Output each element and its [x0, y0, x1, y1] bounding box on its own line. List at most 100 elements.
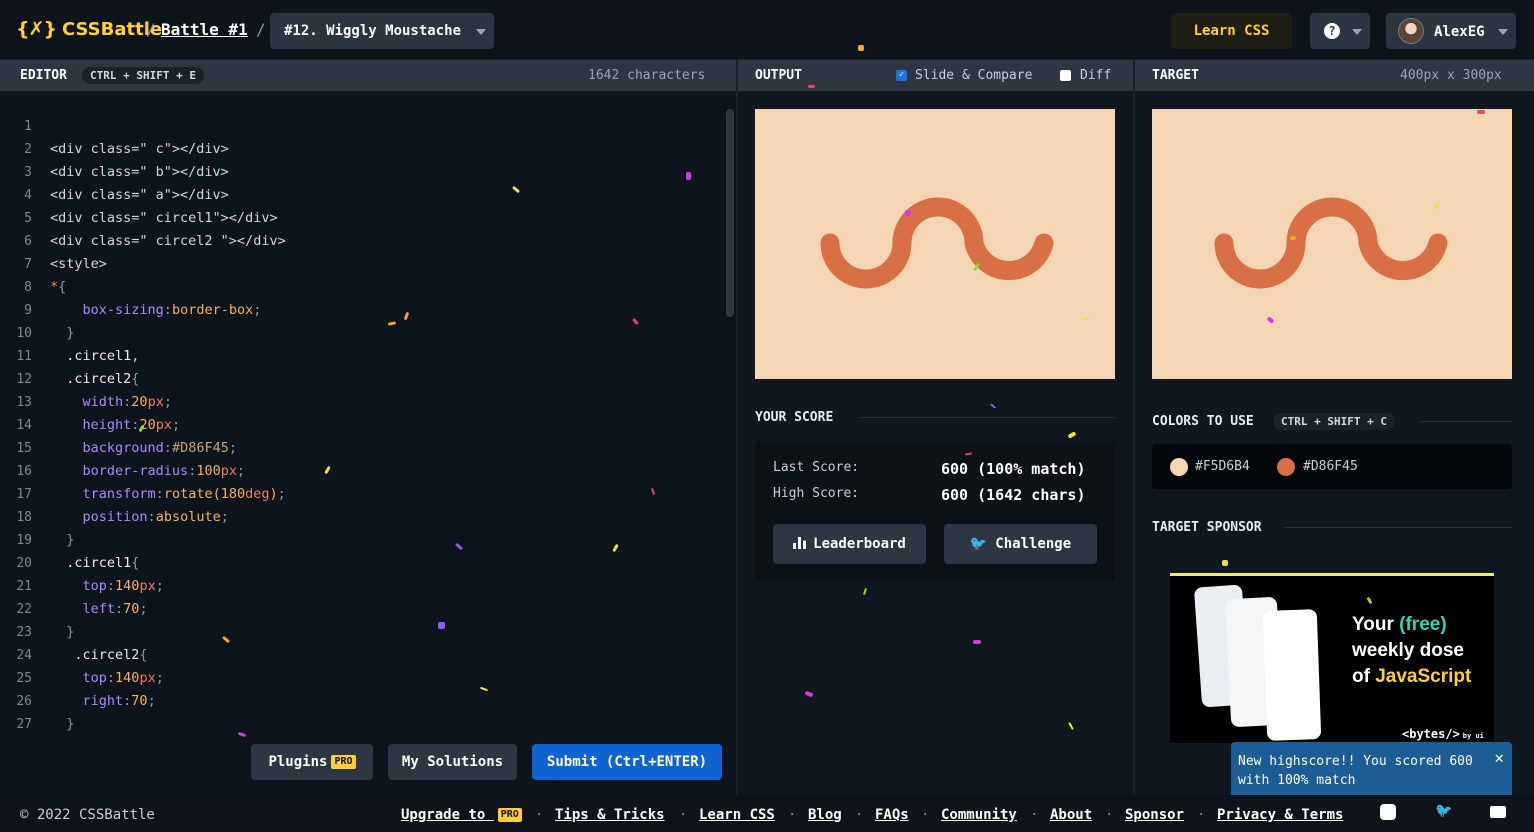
section-divider [860, 417, 1115, 418]
footer-link-blog[interactable]: Blog [808, 807, 842, 823]
your-score-title: YOUR SCORE [755, 410, 834, 425]
target-select-value: #12. Wiggly Moustache [284, 23, 462, 39]
plugins-label: Plugins [268, 754, 328, 770]
editor-scrollbar[interactable] [726, 109, 734, 317]
leaderboard-label: Leaderboard [813, 536, 906, 552]
color-swatch[interactable] [1277, 458, 1295, 476]
wiggly-moustache-target [1214, 197, 1448, 289]
code-line: <div class=" a"></div> [50, 187, 229, 203]
help-icon: ? [1324, 23, 1340, 39]
footer-link-upgrade[interactable]: Upgrade to PRO [401, 807, 522, 823]
colors-box: #F5D6B4 #D86F45 [1152, 444, 1512, 489]
logo-mark-icon: {✗} [16, 18, 57, 40]
output-canvas[interactable] [755, 109, 1115, 379]
sponsor-headline-js: JavaScript [1375, 666, 1472, 687]
footer-link-privacy[interactable]: Privacy & Terms [1217, 807, 1343, 823]
last-score-label: Last Score: [773, 460, 860, 475]
line-number: 12 [16, 372, 32, 387]
code-line: top:140px; [82, 670, 164, 686]
line-number: 6 [24, 234, 32, 249]
discord-icon[interactable] [1380, 804, 1396, 820]
footer-separator: · [679, 807, 688, 823]
code-line: background:#D86F45; [82, 440, 237, 456]
code-line: border-radius:100px; [82, 463, 246, 479]
target-title: TARGET [1152, 68, 1199, 83]
confetti-piece [858, 45, 864, 51]
submit-button[interactable]: Submit (Ctrl+ENTER) [532, 744, 722, 780]
code-line: } [66, 716, 75, 732]
line-number: 5 [24, 211, 32, 226]
code-line: .circel1, [66, 348, 140, 364]
section-divider [1420, 421, 1512, 422]
code-line: } [66, 532, 75, 548]
confetti-piece [1477, 110, 1485, 114]
confetti-piece [1082, 318, 1089, 320]
code-line: transform:rotate(180deg); [82, 486, 286, 502]
phone-image [1262, 609, 1322, 741]
high-score-value: 600 (1642 chars) [941, 486, 1086, 504]
code-line: *{ [50, 279, 67, 295]
confetti-piece [905, 210, 911, 216]
footer: © 2022 CSSBattle Upgrade to PRO · Tips &… [0, 795, 1534, 832]
line-number: 23 [16, 625, 32, 640]
sponsor-headline-2: weekly dose [1352, 640, 1464, 661]
editor-title: EDITOR [20, 68, 67, 83]
email-icon[interactable] [1490, 806, 1506, 818]
target-dimensions: 400px x 300px [1400, 68, 1502, 83]
code-line: width:20px; [82, 394, 172, 410]
line-number: 15 [16, 441, 32, 456]
confetti-piece [973, 640, 981, 644]
diff-label: Diff [1080, 68, 1112, 83]
footer-separator: · [1197, 807, 1206, 823]
code-line: <div class=" circel1"></div> [50, 210, 278, 226]
close-icon[interactable]: ✕ [1494, 748, 1504, 767]
footer-link-learn-css[interactable]: Learn CSS [699, 807, 775, 823]
confetti-piece [438, 622, 445, 629]
target-canvas[interactable] [1152, 109, 1512, 379]
footer-link-faqs[interactable]: FAQs [875, 807, 909, 823]
wiggly-moustache-output [820, 197, 1054, 289]
slide-compare-label: Slide & Compare [915, 68, 1033, 83]
footer-link-about[interactable]: About [1050, 807, 1092, 823]
learn-css-button[interactable]: Learn CSS [1171, 13, 1292, 49]
footer-link-sponsor[interactable]: Sponsor [1125, 807, 1184, 823]
plugins-button[interactable]: Plugins PRO [251, 744, 373, 780]
footer-separator: · [921, 807, 930, 823]
code-line: <style> [50, 256, 107, 272]
footer-separator: · [1030, 807, 1039, 823]
diff-checkbox[interactable] [1060, 70, 1071, 81]
code-line: .circel2{ [66, 371, 140, 387]
challenge-button[interactable]: 🐦 Challenge [944, 524, 1097, 564]
color-hex-label[interactable]: #F5D6B4 [1195, 459, 1250, 474]
colors-title: COLORS TO USE [1152, 414, 1254, 429]
target-select[interactable]: #12. Wiggly Moustache [270, 13, 494, 49]
code-editor[interactable]: 1 2 3 4 5 6 7 8 9 10 11 12 13 14 15 16 17 18 19 20 21 22 23 24 2… [0, 91, 736, 795]
user-menu-button[interactable]: AlexEG [1386, 13, 1516, 49]
footer-link-community[interactable]: Community [941, 807, 1017, 823]
twitter-icon[interactable]: 🐦 [1435, 803, 1452, 819]
help-menu-button[interactable]: ? [1310, 13, 1370, 49]
color-hex-label[interactable]: #D86F45 [1303, 459, 1358, 474]
my-solutions-button[interactable]: My Solutions [388, 744, 517, 780]
code-line: position:absolute; [82, 509, 229, 525]
editor-shortcut: CTRL + SHIFT + E [82, 67, 204, 84]
line-number: 20 [16, 556, 32, 571]
last-score-value: 600 (100% match) [941, 460, 1086, 478]
code-content[interactable]: <div class=" c"></div> <div class=" b"></… [50, 115, 286, 736]
leaderboard-button[interactable]: Leaderboard [773, 524, 926, 564]
line-number: 26 [16, 694, 32, 709]
confetti-piece [686, 172, 691, 180]
chevron-down-icon [476, 29, 486, 35]
user-name: AlexEG [1434, 24, 1485, 40]
sponsor-headline-3: of [1352, 666, 1370, 687]
top-bar: {✗} CSSBattle / Battle #1 / #12. Wiggly … [0, 0, 1534, 60]
footer-link-tips[interactable]: Tips & Tricks [555, 807, 665, 823]
output-header: OUTPUT ✓ Slide & Compare Diff [738, 60, 1133, 91]
code-line: right:70; [82, 693, 156, 709]
color-swatch[interactable] [1170, 458, 1188, 476]
slide-compare-checkbox[interactable]: ✓ [896, 70, 907, 81]
battle-link[interactable]: Battle #1 [161, 20, 248, 39]
cssbattle-logo[interactable]: {✗} CSSBattle [16, 18, 162, 40]
sponsor-banner[interactable]: Your (free) weekly dose of JavaScript <b… [1170, 573, 1494, 743]
